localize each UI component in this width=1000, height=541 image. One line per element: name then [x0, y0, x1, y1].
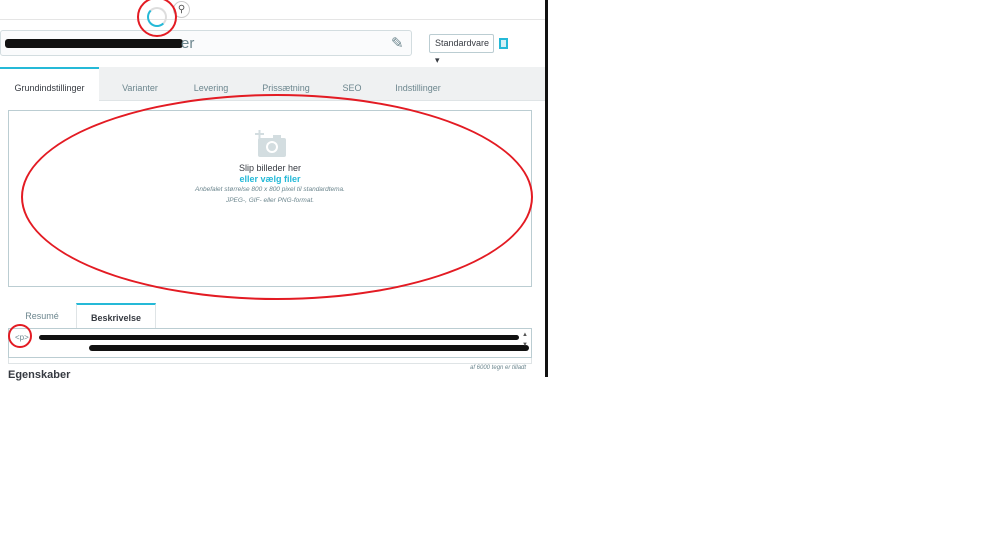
textarea-scrollbar[interactable]: ▲ ▼ — [522, 330, 528, 350]
tab-varianter[interactable]: Varianter — [99, 67, 181, 101]
tab-seo[interactable]: SEO — [331, 67, 373, 101]
product-type-value: Standardvare — [435, 38, 490, 48]
redaction-scribble — [89, 345, 529, 351]
product-page: ⚲ er ✎ Standardvare ▾ Grundindstillinger… — [0, 0, 545, 386]
edit-pencil-icon[interactable]: ✎ — [391, 34, 404, 52]
tab-indstillinger[interactable]: Indstillinger — [373, 67, 463, 101]
window-edge — [545, 0, 548, 377]
section-title-egenskaber: Egenskaber — [8, 369, 71, 381]
product-name-text: er — [181, 35, 195, 52]
tab-beskrivelse[interactable]: Beskrivelse — [76, 303, 156, 329]
top-bar: ⚲ — [0, 0, 545, 27]
product-name-input[interactable]: er — [0, 30, 412, 56]
annotation-circle-p-tag — [8, 324, 32, 348]
redaction-scribble — [39, 335, 519, 340]
description-textarea[interactable]: <p> — [8, 328, 532, 358]
annotation-ellipse-dropzone — [21, 94, 533, 300]
char-counter: af 6000 tegn er tilladt — [470, 365, 527, 371]
product-type-select[interactable]: Standardvare ▾ — [429, 34, 494, 65]
help-doc-icon[interactable] — [499, 38, 508, 49]
redaction-scribble — [5, 39, 183, 48]
tab-grundindstillinger[interactable]: Grundindstillinger — [0, 67, 99, 101]
